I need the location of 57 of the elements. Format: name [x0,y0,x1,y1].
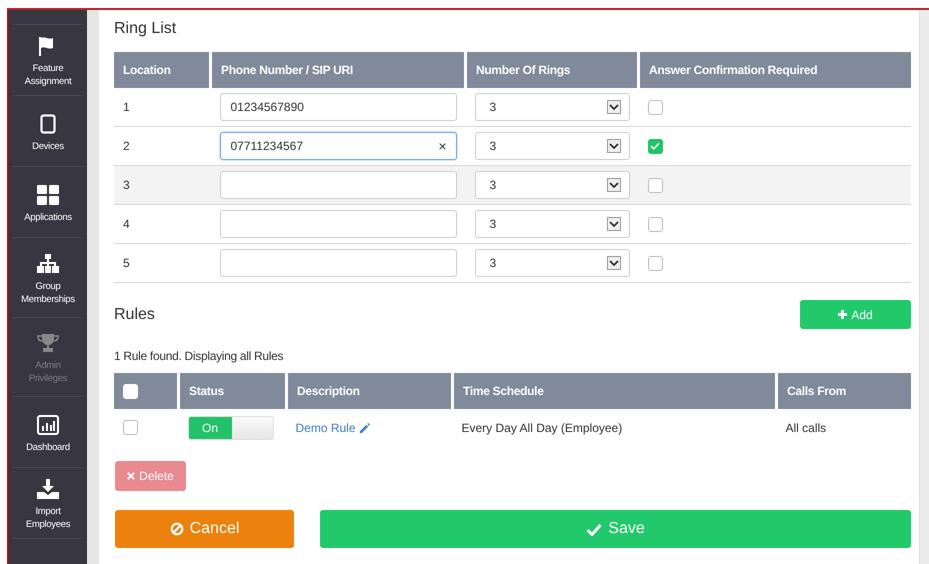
rings-dropdown[interactable]: 3 [474,132,630,160]
rings-dropdown[interactable]: 3 [474,210,630,238]
check-icon [650,142,660,150]
result-count: 1 Rule found. Displaying all Rules [114,349,284,363]
download-icon [37,479,59,499]
table-cell: 4 [114,204,210,244]
column-header: Answer Confirmation Required [638,52,911,88]
sidebar-item[interactable]: Dashboard [13,397,83,468]
checkbox[interactable] [648,138,662,154]
checkmark-icon [586,522,602,536]
chevron-down-icon [606,178,620,192]
sidebar-item[interactable]: Applications [13,167,83,238]
section-title: Ring List [114,20,178,38]
table-cell: 5 [114,244,210,282]
rule-link[interactable]: Demo Rule [296,420,356,434]
table-cell: 1 [114,88,210,126]
column-header: Time Schedule [452,373,776,409]
phone-field[interactable] [220,171,456,199]
rings-dropdown[interactable]: 3 [474,249,630,277]
pencil-icon[interactable] [358,422,370,434]
close-icon [127,472,136,480]
chevron-down-icon [606,100,620,114]
table-cell: All calls [776,409,911,446]
ban-icon [170,522,184,536]
rings-dropdown[interactable]: 3 [474,171,630,199]
phone-field[interactable] [220,210,456,238]
chevron-down-icon [606,217,620,231]
grid-icon [37,184,59,204]
checkbox[interactable] [648,100,662,115]
checkbox[interactable] [648,256,662,271]
sidebar-item[interactable]: Devices [13,96,83,167]
section-title: Rules [114,306,155,324]
trophy-icon [37,333,59,353]
column-header: Status [178,373,286,409]
column-header: Location [114,52,210,88]
checkbox[interactable] [648,216,662,232]
plus-icon [838,310,848,319]
table-cell: 3 [114,166,210,204]
clear-button[interactable]: × [438,138,446,154]
sidebar-item[interactable]: Import Employees [13,468,83,539]
checkbox[interactable] [123,420,138,436]
bar-chart-icon [37,414,59,434]
hierarchy-icon [37,254,59,274]
column-header: Phone Number / SIP URI [210,52,466,88]
column-header: Number Of Rings [466,52,638,88]
rings-dropdown[interactable]: 3 [474,93,630,121]
phone-field[interactable] [220,249,456,277]
checkbox[interactable] [648,178,662,193]
tablet-icon [40,114,56,134]
sidebar-item[interactable]: Feature Assignment [13,25,83,96]
column-header: Description [286,373,452,409]
sidebar-item[interactable]: Group Memberships [13,238,83,318]
phone-field[interactable]: 01234567890 [220,93,456,121]
chevron-down-icon [606,139,620,153]
chevron-down-icon [606,256,620,270]
table-cell: Every Day All Day (Employee) [452,409,776,446]
column-header: Calls From [776,373,911,409]
